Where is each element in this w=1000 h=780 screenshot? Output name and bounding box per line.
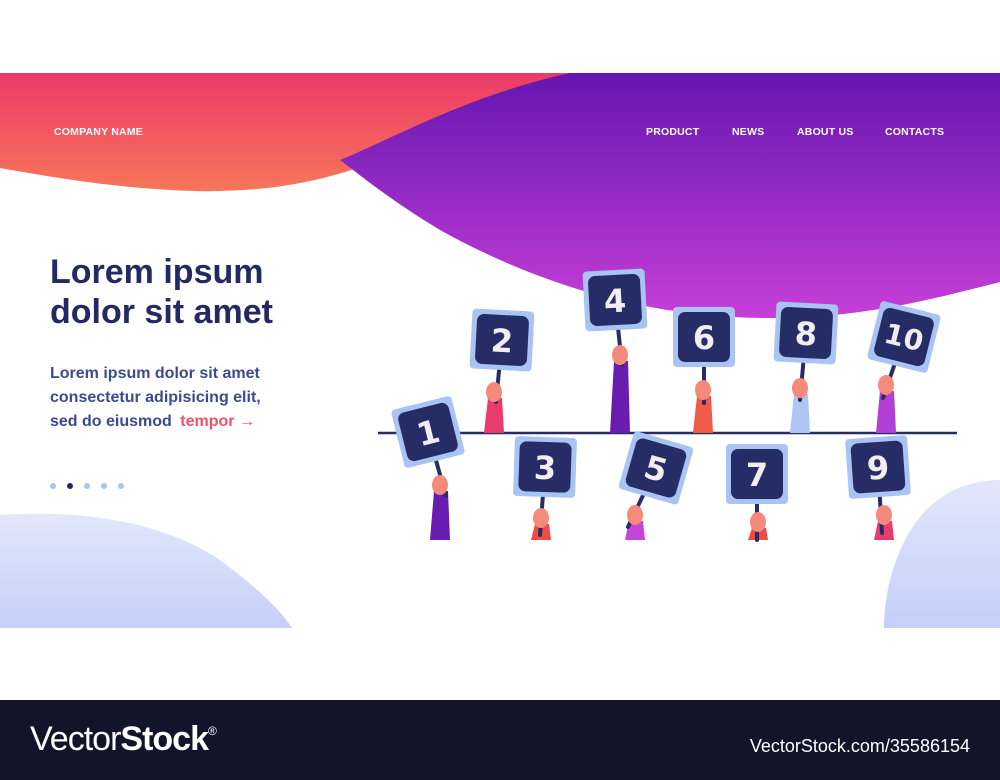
sleeve [430, 491, 450, 540]
score-card: 8 [773, 301, 839, 365]
score-card-hand: 7 [726, 444, 788, 542]
light-blob-right [884, 480, 1000, 628]
score-card-number: 3 [533, 449, 557, 488]
nav-product[interactable]: PRODUCT [646, 126, 699, 138]
score-card: 5 [618, 431, 694, 505]
score-card: 7 [726, 444, 788, 504]
score-card-number: 7 [746, 456, 768, 494]
hand [878, 375, 894, 395]
hand [695, 380, 711, 400]
pagination-dot[interactable] [101, 483, 107, 489]
hand [792, 378, 808, 398]
score-card: 1 [391, 396, 465, 468]
body-line-2: consectetur adipisicing elit, [50, 389, 261, 406]
arrow-right-icon: → [238, 413, 255, 430]
watermark-footer: VectorStock® VectorStock.com/35586154 [0, 700, 1000, 780]
landing-page: 1 2 3 4 5 6 7 8 9 10 COMPANY NAME PRODUCT NEWS AB… [0, 0, 1000, 780]
tempor-link-label[interactable]: tempor [180, 413, 234, 430]
score-card-hand: 4 [582, 268, 648, 433]
company-name[interactable]: COMPANY NAME [54, 126, 143, 138]
pagination-dot[interactable] [67, 483, 73, 489]
sleeve [876, 391, 896, 433]
score-card-hand: 8 [773, 301, 839, 433]
sleeve [610, 361, 630, 433]
score-card: 10 [867, 301, 941, 373]
hand [612, 345, 628, 365]
hand [486, 382, 502, 402]
body-line-3: sed do eiusmod tempor → [50, 410, 350, 434]
score-card: 2 [469, 308, 535, 372]
score-card-hand: 3 [513, 436, 577, 540]
background-shapes: 12 3 4 5 6 7 8 9 10 [0, 73, 1000, 628]
score-card-number: 6 [693, 319, 715, 357]
nav-about-us[interactable]: ABOUT US [797, 126, 853, 138]
headline-line-2: dolor sit amet [50, 293, 273, 331]
hand [627, 505, 643, 525]
registered-mark: ® [207, 724, 217, 738]
score-card: 9 [845, 435, 911, 499]
sleeve [484, 398, 504, 433]
score-card: 3 [513, 436, 577, 498]
hero-headline: Lorem ipsum dolor sit amet [50, 252, 350, 332]
score-card-hand: 10 [867, 301, 941, 433]
headline-line-1: Lorem ipsum [50, 253, 264, 291]
body-line-1: Lorem ipsum dolor sit amet [50, 365, 260, 382]
nav-news[interactable]: NEWS [732, 126, 764, 138]
score-card-hand: 1 [391, 396, 465, 540]
score-card-number: 2 [490, 321, 514, 360]
hand [750, 512, 766, 532]
score-card-number: 4 [603, 281, 627, 320]
score-card: 4 [582, 268, 648, 332]
logo-light-text: Vector [30, 720, 121, 758]
score-card-number: 9 [866, 448, 891, 487]
image-reference: VectorStock.com/35586154 [749, 736, 970, 756]
body-line-3-text: sed do eiusmod [50, 413, 172, 430]
hand [876, 505, 892, 525]
carousel-pagination [50, 483, 124, 489]
score-card-number: 8 [794, 314, 818, 353]
hand [533, 508, 549, 528]
score-card-hand: 2 [469, 308, 535, 433]
nav-contacts[interactable]: CONTACTS [885, 126, 944, 138]
score-card-hand: 5 [618, 431, 694, 540]
pagination-dot[interactable] [84, 483, 90, 489]
score-card-hand: 9 [845, 435, 911, 540]
score-card: 6 [673, 307, 735, 367]
light-blob-left [0, 513, 292, 628]
hero-body: Lorem ipsum dolor sit amet consectetur a… [50, 362, 350, 434]
score-card-hand: 6 [673, 307, 735, 433]
pagination-dot[interactable] [50, 483, 56, 489]
tempor-link[interactable]: tempor → [180, 413, 255, 430]
hand [432, 475, 448, 495]
pagination-dot[interactable] [118, 483, 124, 489]
logo-bold-text: Stock [120, 720, 209, 758]
vectorstock-logo: VectorStock® [30, 720, 217, 759]
